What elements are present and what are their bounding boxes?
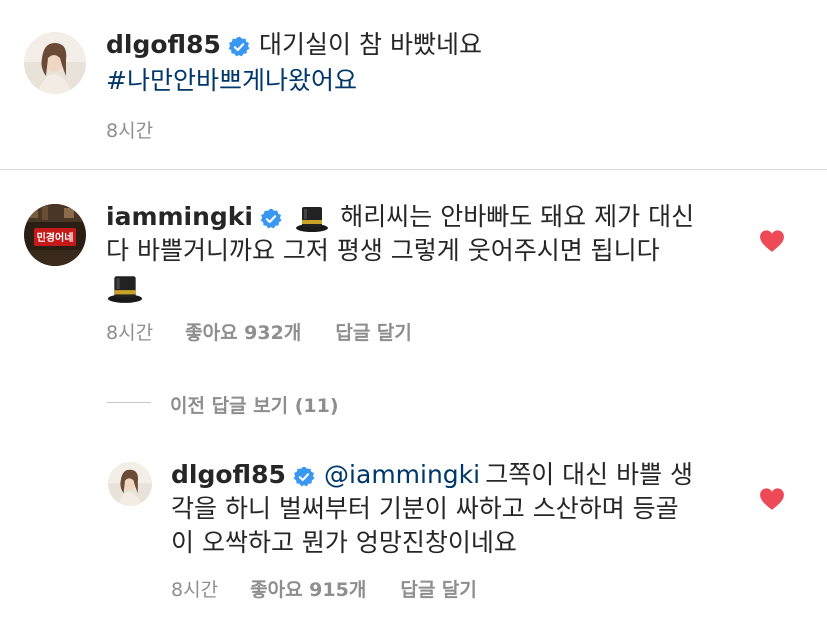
profile-photo <box>24 32 86 94</box>
profile-photo <box>108 462 152 506</box>
caption-line1: dlgofl85 대기실이 참 바빴네요 <box>106 28 482 62</box>
verified-badge-icon <box>228 36 250 56</box>
heart-liked-icon[interactable] <box>759 229 785 253</box>
caption-username[interactable]: dlgofl85 <box>106 30 221 59</box>
comment1-reply-button[interactable]: 답글 달기 <box>335 322 412 344</box>
svg-text:민경어네: 민경어네 <box>37 231 74 244</box>
caption-text: 대기실이 참 바빴네요 <box>259 30 482 59</box>
view-previous-replies-button[interactable]: 이전 답글 보기 (11) <box>170 391 339 418</box>
tophat-emoji-icon <box>296 206 329 232</box>
comment1-likes[interactable]: 좋아요 932개 <box>185 322 301 344</box>
avatar[interactable] <box>24 32 86 94</box>
verified-badge-icon <box>260 208 282 228</box>
reply1-line1: dlgofl85 @iammingki 그쪽이 대신 바쁠 생 <box>171 458 693 492</box>
avatar[interactable] <box>108 462 152 506</box>
comment1-username[interactable]: iammingki <box>106 202 253 231</box>
reply1-meta: 8시간 좋아요 915개 답글 달기 <box>171 575 477 602</box>
reply1-reply-button[interactable]: 답글 달기 <box>400 579 477 601</box>
caption-time: 8시간 <box>106 120 154 142</box>
comment1-time: 8시간 <box>106 322 154 344</box>
verified-badge-icon <box>293 466 315 486</box>
reply1-time: 8시간 <box>171 579 219 601</box>
reply1-text-line1: 그쪽이 대신 바쁠 생 <box>485 460 694 489</box>
comment1-text-line1: 해리씨는 안바빠도 돼요 제가 대신 <box>340 202 695 231</box>
profile-photo: 민경어네 <box>24 204 86 266</box>
reply1-text-line3: 이 오싹하고 뭔가 엉망진창이네요 <box>171 528 517 557</box>
comment1-meta: 8시간 좋아요 932개 답글 달기 <box>106 318 412 345</box>
comment1-text-line2: 다 바쁠거니까요 그저 평생 그렇게 웃어주시면 됩니다 <box>106 236 660 265</box>
caption-hashtag[interactable]: #나만안바쁘게나왔어요 <box>106 64 357 98</box>
reply1-text-line2: 각을 하니 벌써부터 기분이 싸하고 스산하며 등골 <box>171 494 679 523</box>
heart-liked-icon[interactable] <box>759 487 785 511</box>
avatar[interactable]: 민경어네 <box>24 204 86 266</box>
comment1-emoji-line <box>106 272 144 304</box>
comment1-line1: iammingki 해리씨는 안바빠도 돼요 제가 대신 <box>106 200 694 239</box>
reply1-mention[interactable]: @iammingki <box>324 460 480 489</box>
view-replies-line <box>107 402 151 403</box>
caption-divider <box>0 169 827 170</box>
reply1-likes[interactable]: 좋아요 915개 <box>250 579 366 601</box>
tophat-emoji-icon <box>107 276 143 303</box>
reply1-username[interactable]: dlgofl85 <box>171 460 286 489</box>
